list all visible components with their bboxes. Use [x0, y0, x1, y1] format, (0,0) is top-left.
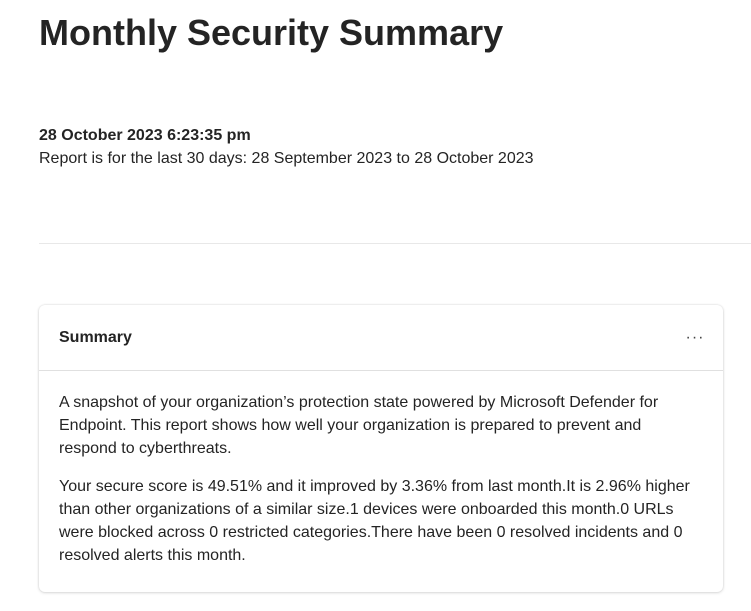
summary-card-body: A snapshot of your organization’s protec… — [59, 391, 703, 582]
summary-card-title: Summary — [59, 329, 132, 346]
report-timestamp: 28 October 2023 6:23:35 pm — [39, 127, 251, 144]
summary-statistics: Your secure score is 49.51% and it impro… — [59, 478, 690, 564]
page-title: Monthly Security Summary — [39, 12, 504, 53]
more-options-icon: ··· — [685, 329, 705, 346]
summary-card: Summary ··· A snapshot of your organizat… — [39, 305, 723, 592]
more-options-button[interactable]: ··· — [683, 326, 707, 350]
section-divider — [39, 243, 751, 244]
summary-description: A snapshot of your organization’s protec… — [59, 394, 659, 457]
report-date-range: Report is for the last 30 days: 28 Septe… — [39, 150, 534, 167]
report-page: Monthly Security Summary 28 October 2023… — [0, 0, 751, 611]
summary-card-header: Summary ··· — [39, 305, 723, 371]
